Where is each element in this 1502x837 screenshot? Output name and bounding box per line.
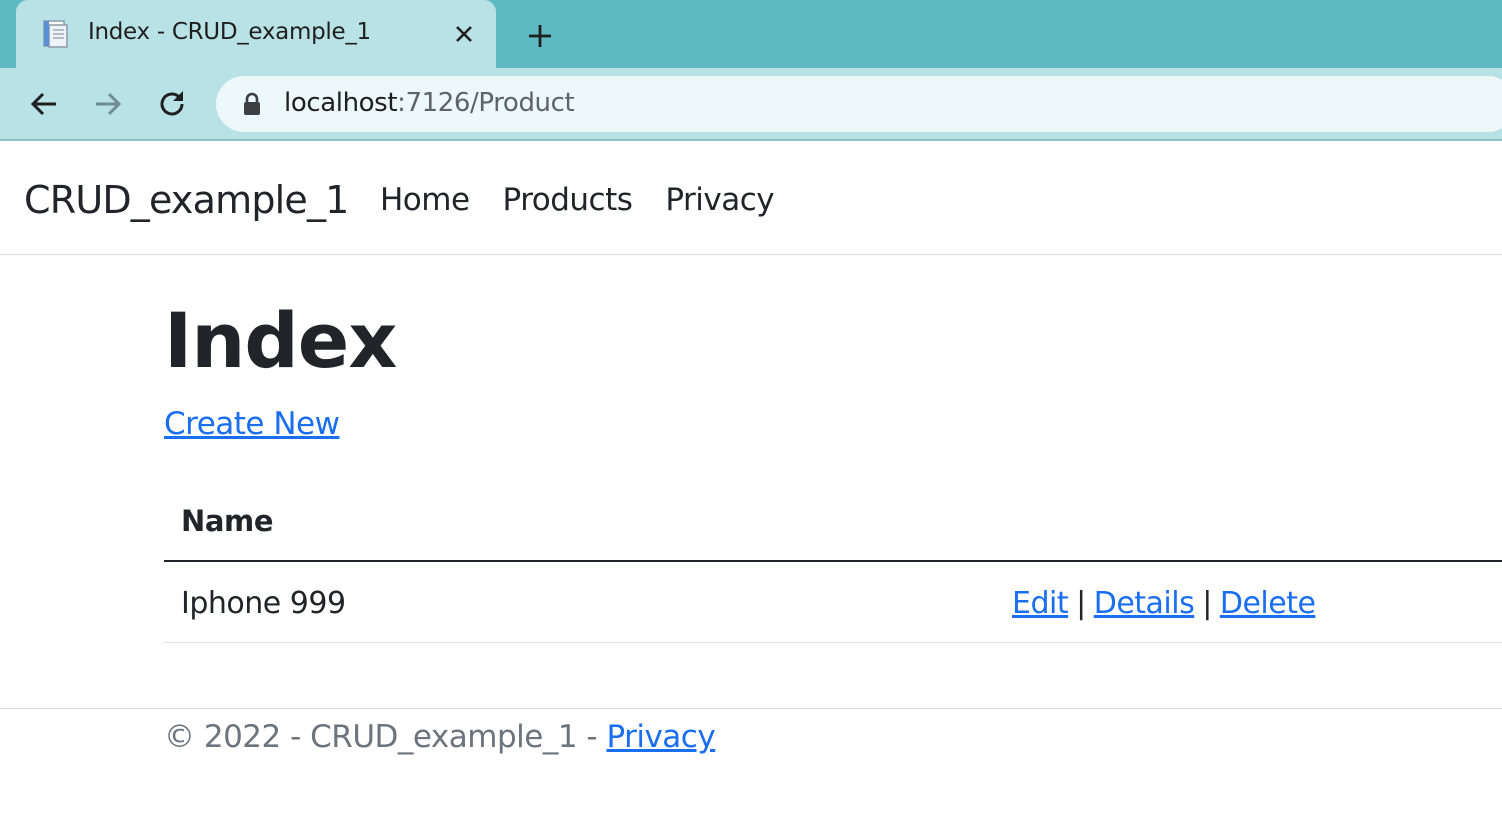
nav-links: Home Products Privacy: [380, 182, 775, 218]
page-title: Index: [164, 296, 397, 385]
page-favicon-icon: [40, 18, 72, 50]
action-separator: |: [1076, 586, 1086, 621]
create-new-link[interactable]: Create New: [164, 406, 340, 442]
browser-tab[interactable]: Index - CRUD_example_1: [16, 0, 496, 68]
footer-privacy-link[interactable]: Privacy: [606, 719, 715, 755]
close-tab-icon[interactable]: [450, 20, 478, 48]
edit-link[interactable]: Edit: [1012, 586, 1069, 621]
forward-icon[interactable]: [88, 84, 128, 124]
table-header: Name: [164, 480, 1502, 562]
action-separator: |: [1202, 586, 1212, 621]
reload-icon[interactable]: [152, 84, 192, 124]
site-navbar: CRUD_example_1 Home Products Privacy: [0, 142, 1502, 255]
new-tab-icon[interactable]: [522, 18, 558, 54]
address-bar[interactable]: localhost:7126/Product: [216, 76, 1502, 132]
table-row: Iphone 999 Edit | Details | Delete: [164, 562, 1502, 643]
product-name-cell: Iphone 999: [181, 586, 346, 621]
nav-link-home[interactable]: Home: [380, 182, 470, 218]
footer-copyright: © 2022 - CRUD_example_1 -: [164, 719, 607, 755]
browser-tabstrip: Index - CRUD_example_1: [0, 0, 1502, 68]
url-host: localhost: [284, 88, 398, 118]
nav-link-privacy[interactable]: Privacy: [665, 182, 774, 218]
browser-toolbar: localhost:7126/Product: [0, 68, 1502, 141]
nav-link-products[interactable]: Products: [503, 182, 633, 218]
delete-link[interactable]: Delete: [1220, 586, 1316, 621]
lock-icon[interactable]: [242, 92, 262, 116]
url-text[interactable]: localhost:7126/Product: [284, 88, 575, 118]
column-header-name: Name: [181, 504, 274, 538]
tab-title: Index - CRUD_example_1: [88, 19, 371, 45]
site-brand-link[interactable]: CRUD_example_1: [24, 178, 349, 222]
site-footer: © 2022 - CRUD_example_1 - Privacy: [0, 708, 1502, 837]
footer-text: © 2022 - CRUD_example_1 - Privacy: [164, 719, 716, 755]
details-link[interactable]: Details: [1094, 586, 1195, 621]
url-path: :7126/Product: [397, 88, 575, 118]
back-icon[interactable]: [24, 84, 64, 124]
row-actions: Edit | Details | Delete: [1012, 586, 1316, 621]
